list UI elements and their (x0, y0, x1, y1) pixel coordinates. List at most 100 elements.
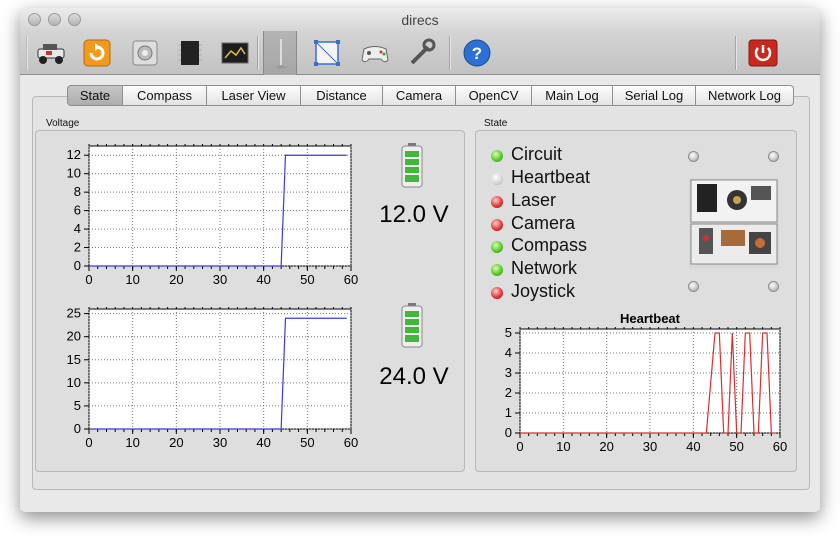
tab-main-log[interactable]: Main Log (532, 85, 613, 106)
gamepad-icon (361, 46, 389, 63)
help-icon: ? (463, 39, 491, 67)
tab-distance[interactable]: Distance (301, 85, 383, 106)
state-label-heartbeat: Heartbeat (511, 167, 591, 187)
refresh-icon (83, 39, 111, 67)
x-tick-label: 50 (729, 439, 743, 454)
robot-photo (689, 178, 779, 268)
chart-title: Heartbeat (620, 311, 681, 326)
state-label-network: Network (511, 258, 578, 278)
x-tick-label: 50 (300, 272, 314, 287)
tab-opencv[interactable]: OpenCV (456, 85, 532, 106)
x-tick-label: 50 (300, 435, 314, 450)
x-tick-label: 60 (344, 272, 358, 287)
y-tick-label: 10 (67, 166, 81, 181)
state-label-joystick: Joystick (511, 281, 576, 301)
laser-pointer-icon (276, 39, 286, 69)
state-group: Circuit Heartbeat Laser Camera Compass N… (475, 130, 797, 472)
battery-icon (401, 143, 423, 193)
x-tick-label: 20 (599, 439, 613, 454)
window-title: direcs (401, 12, 439, 28)
status-led (491, 150, 503, 162)
x-tick-label: 40 (686, 439, 700, 454)
voltage-group: 0 10 20 30 40 50 60 0 2 4 6 8 10 12 0 10 20 30 40 50 60 0 5 10… (35, 130, 465, 472)
y-tick-label: 12 (67, 147, 81, 162)
settings-button[interactable] (128, 36, 162, 70)
status-led (491, 287, 503, 299)
camera-frame-icon (314, 40, 340, 66)
status-led (491, 219, 503, 231)
screw-icon (688, 151, 699, 162)
tab-network-log[interactable]: Network Log (696, 85, 794, 106)
x-tick-label: 30 (213, 272, 227, 287)
voltage-chart-24v: 0 10 20 30 40 50 60 0 5 10 15 20 25 (67, 306, 359, 450)
x-tick-label: 0 (85, 272, 92, 287)
y-tick-label: 0 (505, 425, 512, 440)
image-icon (221, 42, 249, 64)
y-tick-label: 2 (74, 240, 81, 255)
tab-bar: State Compass Laser View Distance Camera… (67, 85, 794, 106)
y-tick-label: 0 (74, 421, 81, 436)
y-tick-label: 10 (67, 375, 81, 390)
x-tick-label: 0 (516, 439, 523, 454)
help-button[interactable]: ? (460, 36, 494, 70)
toolbar-separator (257, 36, 259, 70)
robot-icon (37, 44, 65, 64)
camera-frame-button[interactable] (310, 36, 344, 70)
y-tick-label: 0 (74, 258, 81, 273)
laser-button[interactable] (263, 31, 297, 75)
x-tick-label: 30 (643, 439, 657, 454)
heartbeat-chart: Heartbeat 0 10 20 30 40 50 60 0 1 2 3 4 5 (505, 311, 787, 454)
y-tick-label: 5 (505, 325, 512, 340)
battery-icon (401, 303, 423, 353)
x-tick-label: 30 (213, 435, 227, 450)
screw-icon (688, 281, 699, 292)
x-tick-label: 40 (256, 435, 270, 450)
y-tick-label: 2 (505, 385, 512, 400)
joystick-button[interactable] (358, 36, 392, 70)
quit-button[interactable] (746, 36, 780, 70)
y-tick-label: 8 (74, 184, 81, 199)
y-tick-label: 3 (505, 365, 512, 380)
settings-icon (132, 40, 158, 66)
svg-text:?: ? (472, 44, 482, 63)
state-label-compass: Compass (511, 235, 588, 255)
circuit-button[interactable] (173, 36, 207, 70)
chip-icon (178, 41, 202, 65)
y-tick-label: 25 (67, 306, 81, 321)
x-tick-label: 10 (125, 272, 139, 287)
voltage-chart-12v: 0 10 20 30 40 50 60 0 2 4 6 8 10 12 (67, 144, 358, 287)
x-tick-label: 10 (125, 435, 139, 450)
tab-compass[interactable]: Compass (123, 85, 207, 106)
y-tick-label: 15 (67, 352, 81, 367)
image-button[interactable] (218, 36, 252, 70)
tab-laser-view[interactable]: Laser View (207, 85, 301, 106)
x-tick-label: 10 (556, 439, 570, 454)
wrench-icon (410, 38, 436, 65)
voltage-reading-24v: 24.0 V (379, 363, 449, 390)
voltage-group-label: Voltage (46, 118, 80, 129)
x-tick-label: 60 (344, 435, 358, 450)
tab-state[interactable]: State (67, 85, 123, 106)
y-tick-label: 4 (505, 345, 512, 360)
y-tick-label: 1 (505, 405, 512, 420)
toolbar-separator (735, 36, 737, 70)
refresh-button[interactable] (80, 36, 114, 70)
x-tick-label: 20 (169, 435, 183, 450)
x-tick-label: 40 (256, 272, 270, 287)
status-led (491, 173, 503, 185)
power-icon (748, 39, 778, 67)
tab-serial-log[interactable]: Serial Log (613, 85, 696, 106)
status-led (491, 264, 503, 276)
toolbar-grip[interactable] (26, 36, 28, 70)
x-tick-label: 0 (85, 435, 92, 450)
y-tick-label: 4 (74, 221, 81, 236)
robot-button[interactable] (34, 36, 68, 70)
x-tick-label: 20 (169, 272, 183, 287)
y-tick-label: 5 (74, 398, 81, 413)
app-window: direcs ? State Compass Laser View Distan… (20, 8, 820, 512)
tab-camera[interactable]: Camera (383, 85, 456, 106)
tools-button[interactable] (404, 36, 438, 70)
y-tick-label: 20 (67, 329, 81, 344)
toolbar-separator (449, 36, 451, 70)
y-tick-label: 6 (74, 203, 81, 218)
